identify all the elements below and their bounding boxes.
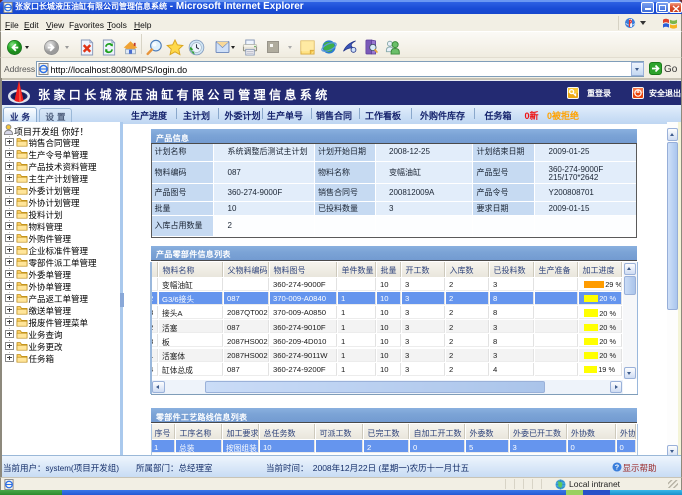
svg-text:?: ? bbox=[614, 462, 619, 471]
